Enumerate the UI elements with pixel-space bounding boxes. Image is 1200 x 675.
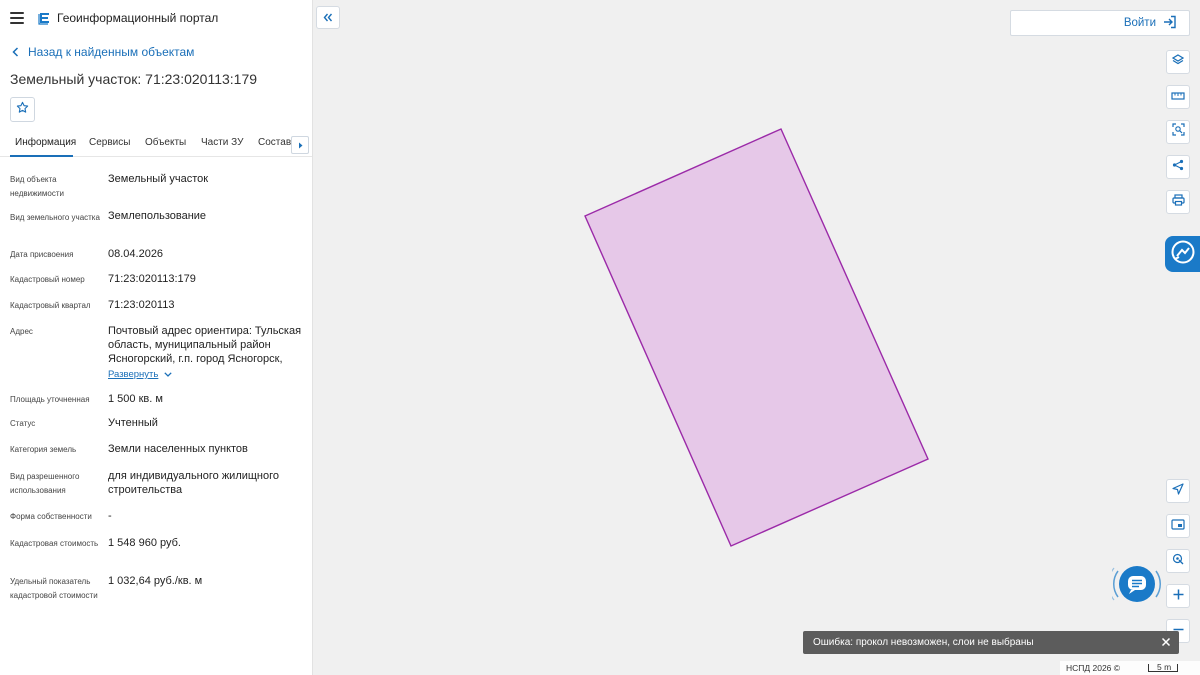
field-value-area: 1 500 кв. м xyxy=(108,393,163,405)
locate-button[interactable] xyxy=(1166,479,1190,503)
minimap-button[interactable] xyxy=(1166,514,1190,538)
field-label-permitted-use: Вид разрешенного использования xyxy=(10,472,80,495)
expand-link-label: Развернуть xyxy=(108,369,159,380)
field-label-parcel-type: Вид земельного участка xyxy=(10,213,100,222)
assistant-chat-icon xyxy=(1107,566,1161,602)
attribution-text: НСПД 2026 © xyxy=(1066,663,1121,673)
caret-right-icon xyxy=(298,136,303,154)
field-value-address: Почтовый адрес ориентира: Тульская облас… xyxy=(108,325,302,365)
field-label-cadastral-number: Кадастровый номер xyxy=(10,275,85,284)
login-label: Войти xyxy=(1123,17,1156,29)
address-expand-link[interactable]: Развернуть xyxy=(108,369,173,380)
land-parcel-polygon[interactable] xyxy=(584,128,929,547)
field-label-assign-date: Дата присвоения xyxy=(10,250,74,259)
double-chevron-left-icon xyxy=(323,9,333,27)
login-icon xyxy=(1163,15,1177,32)
top-bar: Геоинформационный портал xyxy=(0,0,312,36)
field-value-ownership-form: - xyxy=(108,510,112,522)
field-value-land-category: Земли населенных пунктов xyxy=(108,443,248,455)
field-label-object-type: Вид объекта недвижимости xyxy=(10,175,64,198)
error-toast: Ошибка: прокол невозможен, слои не выбра… xyxy=(803,631,1179,654)
locate-icon xyxy=(1172,482,1184,500)
field-label-specific-value: Удельный показатель кадастровой стоимост… xyxy=(10,577,98,600)
scale-label: 5 m xyxy=(1157,662,1172,672)
chat-support-button[interactable] xyxy=(1165,236,1200,272)
field-value-assign-date: 08.04.2026 xyxy=(108,248,164,260)
app-title: Геоинформационный портал xyxy=(57,11,219,25)
map-attribution: НСПД 2026 © xyxy=(1060,661,1200,675)
layers-icon xyxy=(1171,53,1185,71)
select-area-icon xyxy=(1171,123,1185,141)
tabs-scroll-right-button[interactable] xyxy=(291,136,309,154)
field-value-object-type: Земельный участок xyxy=(108,173,209,185)
field-value-cadastral-value: 1 548 960 руб. xyxy=(108,537,181,549)
tab-parcel-parts[interactable]: Части ЗУ xyxy=(201,137,243,148)
field-label-ownership-form: Форма собственности xyxy=(10,512,92,521)
share-button[interactable] xyxy=(1166,155,1190,179)
field-value-parcel-type: Землепользование xyxy=(108,210,207,222)
star-icon xyxy=(16,101,29,119)
field-label-cadastral-value: Кадастровая стоимость xyxy=(10,539,99,548)
field-value-cadastral-number: 71:23:020113:179 xyxy=(108,273,196,285)
zoom-in-button[interactable] xyxy=(1166,584,1190,608)
field-value-status: Учтенный xyxy=(108,417,158,429)
back-link-label: Назад к найденным объектам xyxy=(28,45,195,59)
tab-composition[interactable]: Состав xyxy=(258,137,291,148)
assistant-button[interactable] xyxy=(1107,561,1162,607)
favorite-button[interactable] xyxy=(10,97,35,122)
field-value-permitted-use: для индивидуального жилищного строительс… xyxy=(108,470,280,496)
field-label-address: Адрес xyxy=(10,327,33,336)
zoom-in-icon xyxy=(1173,587,1184,605)
select-area-button[interactable] xyxy=(1166,120,1190,144)
field-value-specific-value: 1 032,64 руб./кв. м xyxy=(108,575,203,587)
field-label-land-category: Категория земель xyxy=(10,445,77,454)
info-sidebar: Геоинформационный портал Назад к найденн… xyxy=(0,0,313,675)
ruler-icon xyxy=(1171,88,1185,106)
field-value-cadastral-quarter: 71:23:020113 xyxy=(108,299,175,311)
active-tab-indicator xyxy=(10,155,73,157)
share-icon xyxy=(1172,158,1184,176)
page-title: Земельный участок: 71:23:020113:179 xyxy=(10,71,258,87)
close-icon[interactable] xyxy=(1159,635,1173,649)
minimap-icon xyxy=(1171,517,1185,535)
tab-services[interactable]: Сервисы xyxy=(89,137,130,148)
tab-bar: Информация Сервисы Объекты Части ЗУ Сост… xyxy=(0,132,312,157)
print-icon xyxy=(1171,193,1185,211)
portal-logo-icon xyxy=(37,11,51,25)
menu-icon[interactable] xyxy=(10,12,24,24)
field-label-status: Статус xyxy=(10,419,36,428)
measure-button[interactable] xyxy=(1166,85,1190,109)
chevron-left-icon xyxy=(12,47,19,57)
back-to-results-link[interactable]: Назад к найденным объектам xyxy=(12,45,194,59)
field-label-cadastral-quarter: Кадастровый квартал xyxy=(10,301,91,310)
identify-button[interactable] xyxy=(1166,549,1190,573)
login-button[interactable]: Войти xyxy=(1010,10,1190,36)
collapse-sidebar-button[interactable] xyxy=(316,6,340,29)
identify-icon xyxy=(1172,552,1184,570)
tab-objects[interactable]: Объекты xyxy=(145,137,186,148)
chevron-down-icon xyxy=(164,372,173,377)
layers-button[interactable] xyxy=(1166,50,1190,74)
field-label-area: Площадь уточненная xyxy=(10,395,90,404)
print-button[interactable] xyxy=(1166,190,1190,214)
error-message: Ошибка: прокол невозможен, слои не выбра… xyxy=(813,637,1034,648)
map-canvas[interactable] xyxy=(313,0,1200,675)
tab-information[interactable]: Информация xyxy=(15,137,76,148)
chat-bubble-icon xyxy=(1170,239,1196,270)
